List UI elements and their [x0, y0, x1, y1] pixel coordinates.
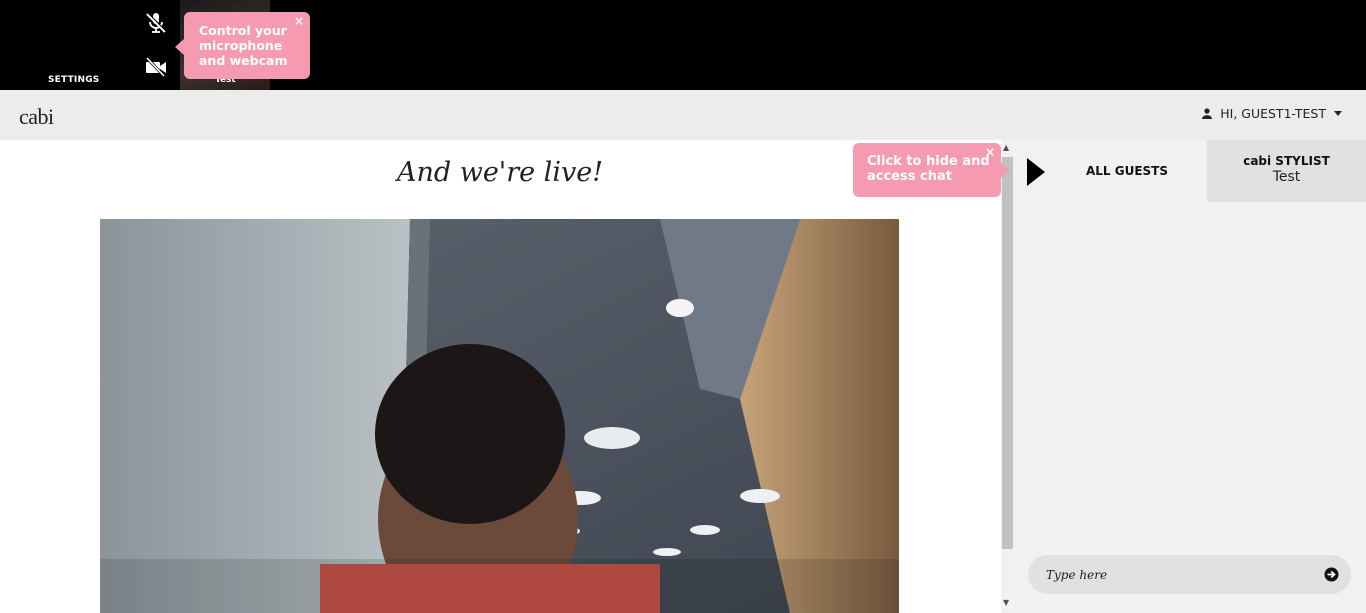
user-menu[interactable]: HI, GUEST1-TEST: [1202, 106, 1342, 121]
chat-toggle-tooltip: Click to hide and access chat ×: [853, 143, 1009, 197]
app-header: [0, 90, 1366, 140]
close-icon[interactable]: ×: [294, 15, 304, 27]
tab-cabi-stylist-name: Test: [1272, 169, 1301, 185]
chat-input-container: [1028, 555, 1351, 594]
microphone-muted-icon: [146, 12, 167, 33]
tab-cabi-stylist[interactable]: cabi STYLIST Test: [1207, 140, 1366, 202]
chat-panel: [1015, 140, 1366, 613]
arrow-circle-right-icon[interactable]: [1324, 567, 1339, 582]
close-icon[interactable]: ×: [985, 146, 995, 158]
media-controls-tooltip: Control your microphone and webcam ×: [175, 12, 310, 79]
microphone-toggle-button[interactable]: [143, 11, 169, 35]
chat-toggle-tooltip-text: Click to hide and access chat: [867, 154, 990, 184]
webcam-toggle-button[interactable]: [143, 55, 169, 79]
live-video-stream[interactable]: [100, 219, 899, 613]
tab-cabi-stylist-label: cabi STYLIST: [1243, 154, 1330, 168]
tab-all-guests[interactable]: ALL GUESTS: [1047, 140, 1207, 202]
video-frame: [100, 219, 899, 613]
media-controls-tooltip-text: Control your microphone and webcam: [199, 23, 288, 68]
chat-message-input[interactable]: [1046, 555, 1316, 594]
tab-all-guests-label: ALL GUESTS: [1085, 164, 1169, 178]
scrollbar-thumb[interactable]: [1002, 157, 1013, 549]
user-icon: [1202, 108, 1213, 119]
cabi-logo[interactable]: cabi: [19, 104, 54, 130]
play-arrow-icon: [1027, 158, 1045, 186]
user-greeting: HI, GUEST1-TEST: [1220, 106, 1326, 121]
scroll-up-arrow-icon[interactable]: ▲: [1003, 143, 1009, 152]
webcam-off-icon: [145, 57, 166, 77]
caret-down-icon: [1334, 111, 1342, 116]
chat-toggle-button[interactable]: [1027, 158, 1047, 186]
scroll-down-arrow-icon[interactable]: ▼: [1003, 598, 1009, 607]
page-title: And we're live!: [396, 157, 604, 188]
settings-label[interactable]: SETTINGS: [48, 75, 99, 85]
